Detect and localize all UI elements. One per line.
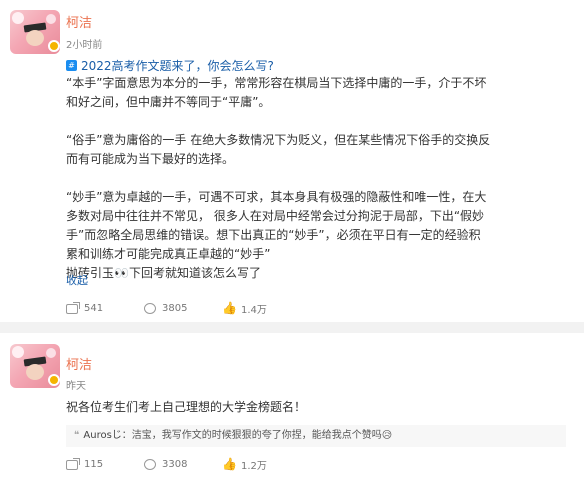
paragraph-sushou: “俗手”意为庸俗的一手 在绝大多数情况下为贬义，但在某些情况下俗手的交换反而有可… — [66, 133, 491, 166]
share-count: 541 — [84, 303, 104, 314]
avatar-decoration — [46, 14, 56, 24]
post-body: 祝各位考生们考上自己理想的大学金榜题名！ — [66, 398, 491, 417]
share-button[interactable]: 541 — [66, 301, 144, 316]
avatar[interactable] — [10, 344, 60, 388]
paragraph-benshou: “本手”字面意思为本分的一手，常常形容在棋局当下选择中庸的一手，介于不坏和好之间… — [66, 76, 487, 109]
comment-count: 3805 — [162, 303, 188, 314]
action-bar: 115 3308 👍 1.2万 — [66, 457, 300, 472]
post-time[interactable]: 2小时前 — [66, 36, 102, 51]
post-card-1: 柯洁 2小时前 # 2022高考作文题来了，你会怎么写? “本手”字面意思为本分… — [0, 0, 584, 322]
avatar-face — [26, 364, 44, 380]
paragraph-closing: 抛砖引玉👀下回考就知道该怎么写了 — [66, 266, 261, 280]
avatar-decoration — [46, 348, 56, 358]
post-text: 祝各位考生们考上自己理想的大学金榜题名！ — [66, 400, 307, 414]
comment-button[interactable]: 3805 — [144, 301, 222, 316]
comment-count: 3308 — [162, 459, 188, 470]
avatar[interactable] — [10, 10, 60, 54]
avatar-face — [26, 30, 44, 46]
avatar-decoration — [12, 346, 24, 358]
comment-icon — [144, 459, 156, 470]
share-count: 115 — [84, 459, 104, 470]
comment-text: ：洁宝，我写作文的时候狠狠的夸了你捏，能给我点个赞吗😥 — [121, 430, 393, 441]
avatar-decoration — [12, 12, 24, 24]
quote-icon: ❝ — [74, 430, 80, 441]
collapse-link[interactable]: 收起 — [66, 272, 88, 288]
share-button[interactable]: 115 — [66, 457, 144, 472]
topic-label: 2022高考作文题来了，你会怎么写? — [81, 59, 274, 73]
like-button[interactable]: 👍 1.2万 — [222, 457, 300, 472]
verified-badge — [48, 374, 60, 386]
action-bar: 541 3805 👍 1.4万 — [66, 301, 300, 316]
topic-link[interactable]: # 2022高考作文题来了，你会怎么写? — [66, 57, 274, 74]
post-divider — [0, 322, 584, 333]
topic-icon: # — [66, 60, 77, 71]
comment-icon — [144, 303, 156, 314]
comment-button[interactable]: 3308 — [144, 457, 222, 472]
post-body: “本手”字面意思为本分的一手，常常形容在棋局当下选择中庸的一手，介于不坏和好之间… — [66, 74, 491, 283]
username[interactable]: 柯洁 — [66, 354, 92, 373]
like-button[interactable]: 👍 1.4万 — [222, 301, 300, 316]
like-count: 1.4万 — [241, 305, 267, 316]
share-icon — [66, 457, 80, 470]
comment-author[interactable]: Aurosじ — [83, 430, 121, 441]
username[interactable]: 柯洁 — [66, 12, 92, 31]
share-icon — [66, 301, 80, 314]
comment-preview[interactable]: ❝ Aurosじ：洁宝，我写作文的时候狠狠的夸了你捏，能给我点个赞吗😥 — [66, 425, 566, 447]
verified-badge — [48, 40, 60, 52]
like-icon: 👍 — [222, 457, 237, 471]
like-count: 1.2万 — [241, 461, 267, 472]
post-time[interactable]: 昨天 — [66, 377, 86, 392]
like-icon: 👍 — [222, 301, 237, 315]
paragraph-miaoshou: “妙手”意为卓越的一手，可遇不可求，其本身具有极强的隐蔽性和唯一性，在大多数对局… — [66, 190, 487, 261]
